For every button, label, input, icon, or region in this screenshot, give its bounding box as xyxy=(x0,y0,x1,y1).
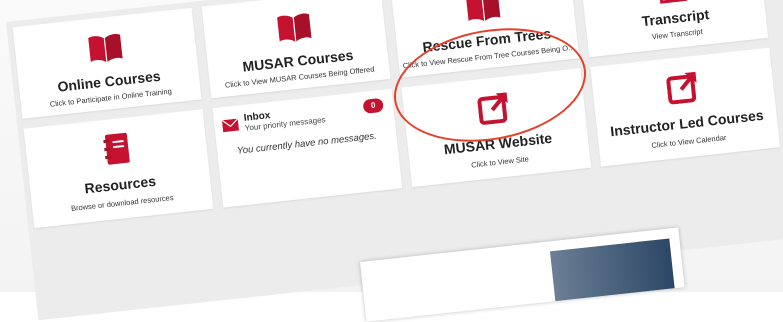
tile-instructor-led-courses[interactable]: Instructor Led Courses Click to View Cal… xyxy=(590,47,781,167)
book-icon xyxy=(464,0,504,29)
book-icon xyxy=(86,32,126,71)
tile-inbox[interactable]: Inbox Your priority messages 0 You curre… xyxy=(212,88,403,208)
tile-musar-courses[interactable]: MUSAR Courses Click to View MUSAR Course… xyxy=(201,0,391,99)
inbox-header: Inbox Your priority messages xyxy=(221,104,326,135)
tile-resources[interactable]: Resources Browse or download resources xyxy=(23,109,214,229)
envelope-icon xyxy=(221,118,240,138)
book-icon xyxy=(275,11,315,50)
tile-transcript[interactable]: Transcript View Transcript xyxy=(579,0,769,58)
external-link-icon xyxy=(665,70,701,110)
screenshot-stage: Online Courses Click to Participate in O… xyxy=(0,0,783,322)
inbox-empty-message: You currently have no messages. xyxy=(236,130,378,157)
notebook-icon xyxy=(101,131,133,171)
tile-online-courses[interactable]: Online Courses Click to Participate in O… xyxy=(12,7,202,119)
inbox-count-badge: 0 xyxy=(362,97,384,114)
